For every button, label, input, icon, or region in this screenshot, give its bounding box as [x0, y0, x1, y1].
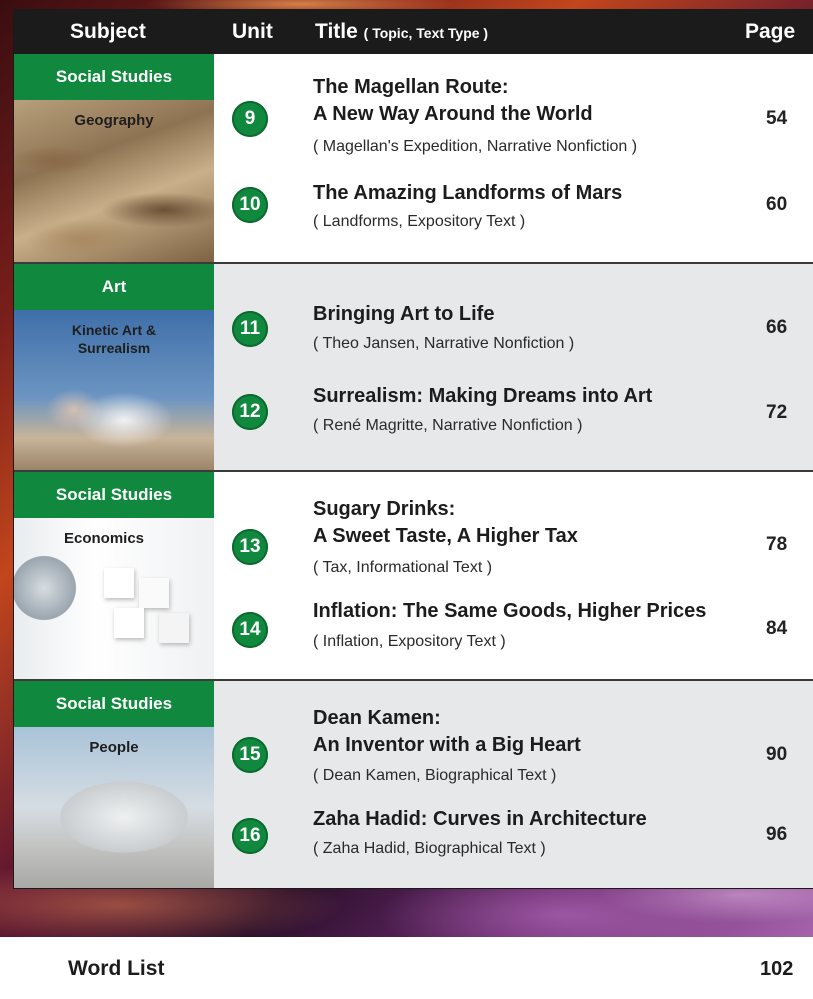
page-number: 90 [766, 744, 788, 765]
subject-sidebar: Art Kinetic Art & Surrealism [14, 264, 214, 470]
sugar-cubes-image [104, 568, 204, 648]
subject-sidebar: Social Studies Economics [14, 472, 214, 679]
topic-label-line: Kinetic Art & [71, 322, 157, 338]
unit-badge: 11 [232, 311, 268, 347]
section-art: Art Kinetic Art & Surrealism 11 Bringing… [14, 264, 813, 470]
table-header: Subject Unit Title ( Topic, Text Type ) … [14, 10, 813, 54]
unit-title[interactable]: Inflation: The Same Goods, Higher Prices [313, 598, 753, 625]
unit-title[interactable]: The Magellan Route: A New Way Around the… [313, 74, 753, 128]
topic-label: Economics [64, 530, 145, 547]
header-page: Page [745, 20, 796, 43]
unit-title[interactable]: Bringing Art to Life [313, 301, 753, 328]
subject-label: Social Studies [14, 54, 214, 100]
unit-title-line: The Magellan Route: [313, 76, 509, 98]
header-subject: Subject [70, 20, 146, 43]
unit-title-line: Sugary Drinks: [313, 498, 456, 520]
unit-title-line: A New Way Around the World [313, 103, 593, 125]
header-title: Title ( Topic, Text Type ) [315, 20, 488, 44]
unit-title[interactable]: The Amazing Landforms of Mars [313, 180, 753, 207]
unit-subtitle: ( René Magritte, Narrative Nonfiction ) [313, 417, 583, 434]
unit-badge: 9 [232, 101, 268, 137]
page-number: 78 [766, 534, 788, 555]
subject-label: Art [14, 264, 214, 310]
unit-badge: 15 [232, 737, 268, 773]
subject-label: Social Studies [14, 472, 214, 518]
page-number: 96 [766, 824, 788, 845]
unit-title-line: A Sweet Taste, A Higher Tax [313, 525, 578, 547]
subject-sidebar: Social Studies People [14, 681, 214, 888]
word-list-row[interactable]: Word List 102 [0, 937, 813, 999]
section-economics: Social Studies Economics 13 Sugary Drink… [14, 472, 813, 679]
unit-subtitle: ( Dean Kamen, Biographical Text ) [313, 767, 557, 784]
unit-title[interactable]: Dean Kamen: An Inventor with a Big Heart [313, 705, 753, 759]
unit-title-line: An Inventor with a Big Heart [313, 734, 581, 756]
unit-badge: 14 [232, 612, 268, 648]
unit-subtitle: ( Magellan's Expedition, Narrative Nonfi… [313, 138, 638, 155]
topic-label: Geography [74, 112, 154, 129]
word-list-label: Word List [68, 957, 165, 980]
topic-label: Kinetic Art & Surrealism [14, 321, 214, 357]
unit-badge: 10 [232, 187, 268, 223]
page-number: 66 [766, 317, 788, 338]
unit-badge: 16 [232, 818, 268, 854]
header-unit: Unit [232, 20, 273, 43]
contents-table: Subject Unit Title ( Topic, Text Type ) … [14, 10, 813, 888]
word-list-page: 102 [760, 958, 794, 980]
topic-label: People [89, 739, 139, 756]
unit-subtitle: ( Landforms, Expository Text ) [313, 213, 526, 230]
header-title-label: Title [315, 20, 358, 43]
unit-subtitle: ( Zaha Hadid, Biographical Text ) [313, 840, 546, 857]
page-number: 60 [766, 194, 788, 215]
page-number: 84 [766, 618, 788, 639]
unit-title[interactable]: Sugary Drinks: A Sweet Taste, A Higher T… [313, 496, 753, 550]
unit-subtitle: ( Inflation, Expository Text ) [313, 633, 506, 650]
unit-title-line: Dean Kamen: [313, 707, 441, 729]
unit-badge: 12 [232, 394, 268, 430]
unit-title[interactable]: Surrealism: Making Dreams into Art [313, 383, 753, 410]
unit-badge: 13 [232, 529, 268, 565]
topic-label-line: Surrealism [77, 340, 151, 356]
section-people: Social Studies People 15 Dean Kamen: An … [14, 681, 813, 888]
unit-subtitle: ( Theo Jansen, Narrative Nonfiction ) [313, 335, 575, 352]
page-number: 54 [766, 108, 788, 129]
unit-title[interactable]: Zaha Hadid: Curves in Architecture [313, 806, 753, 833]
page-number: 72 [766, 402, 788, 423]
subject-label: Social Studies [14, 681, 214, 727]
subject-sidebar: Social Studies Geography [14, 54, 214, 262]
section-geography: Social Studies Geography 9 The Magellan … [14, 54, 813, 262]
unit-subtitle: ( Tax, Informational Text ) [313, 559, 493, 576]
header-title-note: ( Topic, Text Type ) [363, 25, 489, 41]
